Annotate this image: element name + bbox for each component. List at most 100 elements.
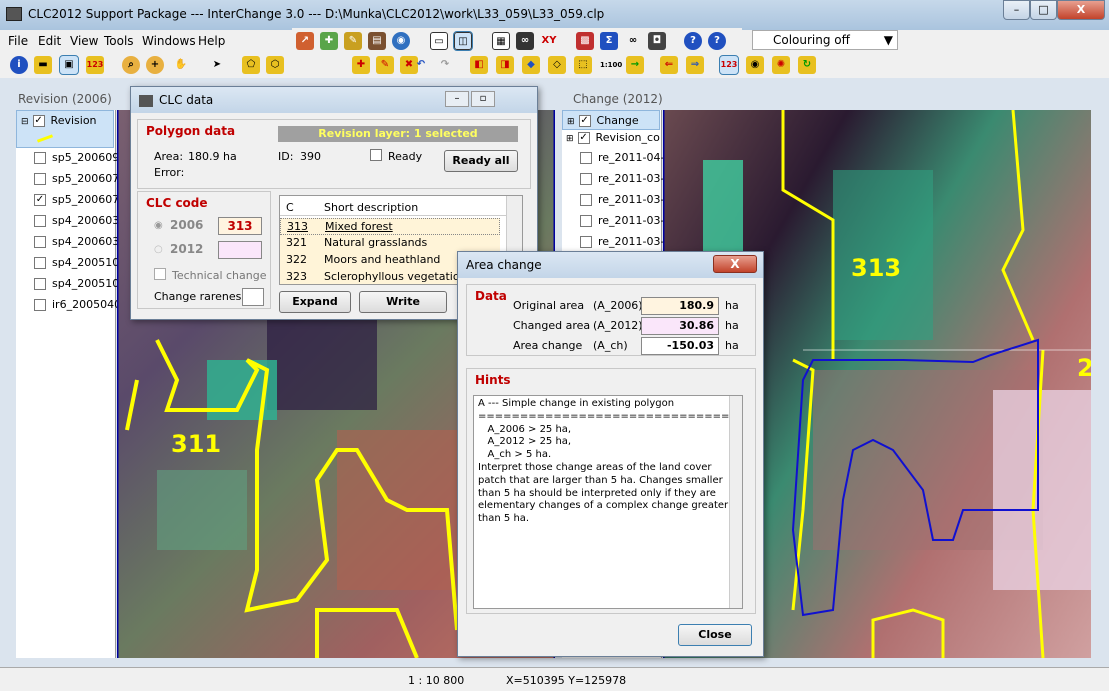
ready-checkbox[interactable] [370,149,382,161]
layer-checkbox[interactable] [34,257,46,269]
layer-item[interactable]: re_2011-03- [580,190,664,210]
table-row[interactable]: 321 Natural grasslands [280,235,500,252]
menu-windows[interactable]: Windows [142,34,196,48]
fill-icon[interactable]: ◉ [746,56,764,74]
layer-checkbox[interactable]: ✓ [578,115,591,127]
layer-checkbox[interactable] [580,194,592,206]
layer-checkbox[interactable] [580,173,592,185]
layer-checkbox[interactable] [34,152,46,164]
import-icon[interactable]: ⇐ [660,56,678,74]
radio-2006[interactable]: ◉ [154,220,163,231]
layer-item[interactable]: re_2011-04- [580,148,664,168]
binoculars-icon[interactable]: ∞ [516,32,534,50]
change-rareness-field[interactable] [242,288,264,306]
undo-icon[interactable]: ↶ [412,56,430,74]
minimize-button[interactable]: – [1003,0,1030,20]
split-polygon-icon[interactable]: ◧ [470,56,488,74]
changed-area-field[interactable]: 30.86 [641,317,719,335]
ready-all-button[interactable]: Ready all [444,150,518,172]
palette-icon[interactable]: ▩ [576,32,594,50]
clc-minimize-button[interactable]: – [445,91,469,107]
colouring-dropdown[interactable]: Colouring off ▼ [752,30,898,50]
clc-maximize-button[interactable]: ▫ [471,91,495,107]
layer-item-change[interactable]: ⊞ ✓ Change [562,110,660,130]
settings-icon[interactable]: ✺ [772,56,790,74]
layer-checkbox[interactable] [34,299,46,311]
area-icon[interactable]: ▣ [59,55,79,75]
context-help-icon[interactable]: ? [708,32,726,50]
polygon-edit-icon[interactable]: ✎ [344,32,362,50]
layer-checkbox[interactable]: ✓ [34,194,46,206]
layer-checkbox[interactable] [34,278,46,290]
transfer-icon[interactable]: ⇒ [686,56,704,74]
layer-item[interactable]: sp4_200510 [34,253,119,273]
camera-icon[interactable]: ◘ [648,32,666,50]
polygon-merge-icon[interactable]: ⬡ [266,56,284,74]
zoom-in-icon[interactable]: + [146,56,164,74]
close-button[interactable]: X [1057,0,1105,20]
layer-item[interactable]: sp4_200603 [34,232,119,252]
move-right-icon[interactable]: → [626,56,644,74]
help-icon[interactable]: ? [684,32,702,50]
xy-icon[interactable]: XY [540,32,558,50]
expand-button[interactable]: Expand [279,291,351,313]
layer-checkbox[interactable] [34,215,46,227]
layer-item[interactable]: sp4_200510 [34,274,119,294]
layer-item-revision[interactable]: ⊟ ✓ Revision [16,110,114,148]
layer-item[interactable]: ir6_2005040 [34,295,121,315]
layer-checkbox[interactable] [580,236,592,248]
pan-hand-icon[interactable]: ✋ [172,56,190,74]
layer-checkbox[interactable] [34,236,46,248]
layer-item[interactable]: re_2011-03- [580,232,664,252]
radio-2012[interactable]: ○ [154,244,163,255]
original-area-field[interactable]: 180.9 [641,297,719,315]
polygon-select-icon[interactable]: ⬠ [242,56,260,74]
globe-icon[interactable]: ◉ [392,32,410,50]
maximize-button[interactable]: □ [1030,0,1057,20]
ruler-icon[interactable]: ▬ [34,56,52,74]
table-row[interactable]: 313 Mixed forest [280,218,500,235]
close-dialog-button[interactable]: Close [678,624,752,646]
area-change-field[interactable]: -150.03 [641,337,719,355]
menu-edit[interactable]: Edit [38,34,61,48]
split-view-icon[interactable]: ◫ [453,31,473,51]
zoom-icon[interactable]: ⌕ [122,56,140,74]
menu-tools[interactable]: Tools [104,34,134,48]
area-dialog-titlebar[interactable]: Area change X [458,252,763,278]
layer-item[interactable]: sp5_200607 [34,169,119,189]
layer-checkbox[interactable] [580,152,592,164]
menu-file[interactable]: File [8,34,28,48]
glasses-icon[interactable]: ∞ [624,32,642,50]
single-view-icon[interactable]: ▭ [430,32,448,50]
layer-item[interactable]: sp5_200609 [34,148,119,168]
sum-icon[interactable]: Σ [600,32,618,50]
cut-polygon-icon[interactable]: ◨ [496,56,514,74]
menu-view[interactable]: View [70,34,98,48]
menu-help[interactable]: Help [198,34,225,48]
layer-checkbox[interactable] [34,173,46,185]
layer-item[interactable]: sp4_200603 [34,211,119,231]
layer-item[interactable]: ✓ sp5_200607 [34,190,119,210]
area-dialog-close-icon[interactable]: X [713,255,757,273]
node-add-icon[interactable]: ✚ [352,56,370,74]
export-icon[interactable]: ↗ [296,32,314,50]
vertex-icon[interactable]: ◇ [548,56,566,74]
right-panel-scrollbar[interactable] [1091,110,1109,658]
info-icon[interactable]: i [10,56,28,74]
code-2012-field[interactable] [218,241,262,259]
polygon-add-icon[interactable]: ✚ [320,32,338,50]
reshape-icon[interactable]: ◆ [522,56,540,74]
layer-item[interactable]: re_2011-03- [580,169,664,189]
redo-icon[interactable]: ↷ [436,56,454,74]
layer-checkbox[interactable]: ✓ [577,132,590,144]
layer-icon[interactable]: ▤ [368,32,386,50]
hints-text-area[interactable]: A --- Simple change in existing polygon … [473,395,743,609]
clc-dialog-titlebar[interactable]: CLC data – ▫ [131,87,537,113]
layer-item-revision-co[interactable]: ⊞ ✓ Revision_co [562,128,660,148]
write-button[interactable]: Write [359,291,447,313]
select-arrow-icon[interactable]: ➤ [208,56,226,74]
snap-icon[interactable]: ⬚ [574,56,592,74]
layer-item[interactable]: re_2011-03- [580,211,664,231]
node-move-icon[interactable]: ✎ [376,56,394,74]
refresh-icon[interactable]: ↻ [798,56,816,74]
